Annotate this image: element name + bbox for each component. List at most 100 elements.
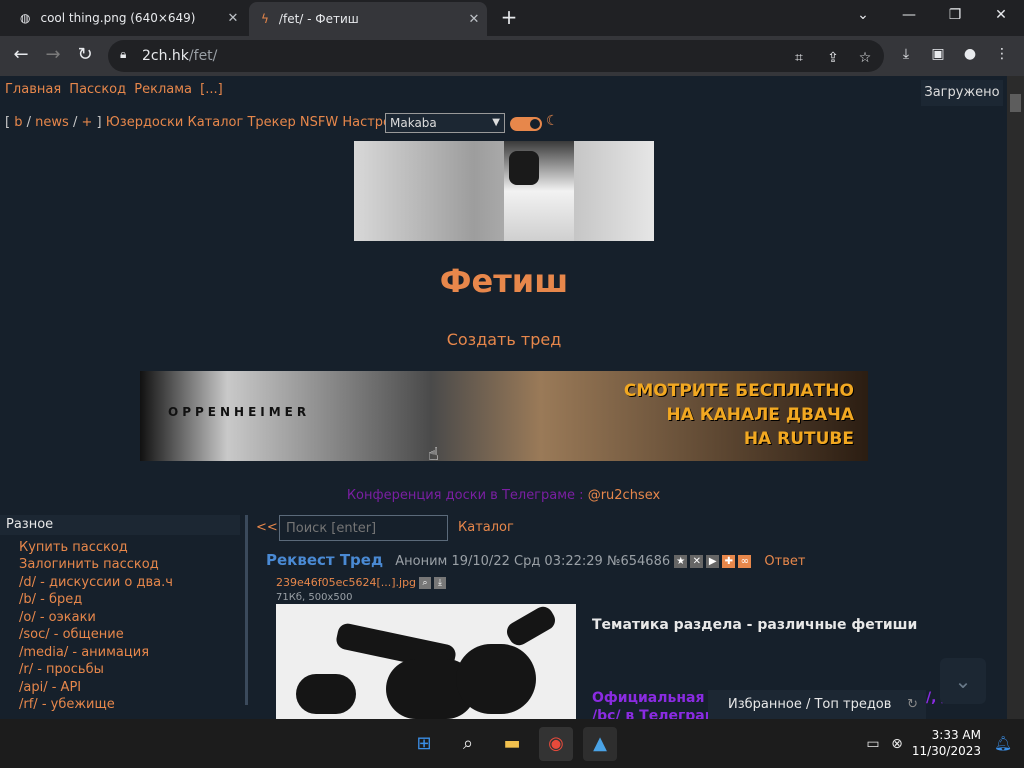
address-bar[interactable]: 🔒︎ 2ch.hk/fet/ ⌗ ⇪ ☆ bbox=[108, 40, 884, 72]
download-icon[interactable]: ⤓ bbox=[434, 577, 447, 589]
nav-home[interactable]: Главная bbox=[5, 82, 61, 97]
banner-line: НА КАНАЛЕ ДВАЧА bbox=[666, 405, 854, 425]
reload-button[interactable]: ↻ bbox=[72, 44, 98, 68]
tab-cool-thing[interactable]: ◍ cool thing.png (640×649) ✕ bbox=[8, 0, 246, 36]
nav-tracker[interactable]: Трекер bbox=[247, 115, 295, 130]
sidepanel-icon[interactable]: ▣ bbox=[927, 46, 949, 66]
sidebar-heading: Разное bbox=[0, 515, 240, 535]
tab-title: /fet/ - Фетиш bbox=[278, 12, 359, 26]
play-icon[interactable]: ▶ bbox=[706, 555, 720, 568]
post-image[interactable] bbox=[276, 604, 576, 720]
share-icon[interactable]: ⇪ bbox=[822, 50, 844, 70]
tab-title: cool thing.png (640×649) bbox=[40, 11, 196, 25]
reply-link[interactable]: Ответ bbox=[764, 554, 805, 569]
nav-more[interactable]: [...] bbox=[200, 82, 223, 97]
search-input[interactable] bbox=[279, 515, 448, 541]
sidebar-scrollbar[interactable] bbox=[245, 515, 248, 705]
close-icon[interactable]: ✕ bbox=[220, 11, 246, 26]
moon-icon: ☾ bbox=[546, 113, 559, 129]
post-header: Реквест Тред Аноним 19/10/22 Срд 03:22:2… bbox=[266, 551, 805, 569]
profile-icon[interactable]: ● bbox=[959, 46, 981, 66]
taskbar: ⊞ ⌕ ▬ ◉ ▲ ▭ ⊗ 3:33 AM 11/30/2023 🔔︎ bbox=[0, 719, 1024, 768]
scroll-down-button[interactable]: ⌄ bbox=[940, 658, 986, 704]
back-button[interactable]: ← bbox=[8, 44, 34, 68]
restore-button[interactable]: ❐ bbox=[932, 0, 978, 32]
tab-fet[interactable]: ϟ /fet/ - Фетиш ✕ bbox=[249, 2, 487, 36]
board-link-b[interactable]: b bbox=[14, 115, 22, 130]
chevron-down-icon[interactable]: ⌄ bbox=[840, 0, 886, 32]
banner-brand: OPPENHEIMER bbox=[168, 405, 311, 419]
banner-line: НА RUTUBE bbox=[743, 429, 854, 449]
file-name[interactable]: 239e46f05ec5624[...].jpg bbox=[276, 576, 416, 589]
tab-strip: ◍ cool thing.png (640×649) ✕ ϟ /fet/ - Ф… bbox=[0, 0, 1024, 36]
search-icon[interactable]: ⌕ bbox=[451, 727, 485, 761]
favorites-panel[interactable]: Избранное / Топ тредов ↻ bbox=[708, 690, 926, 720]
sidebar-item[interactable]: /r/ - просьбы bbox=[19, 662, 104, 677]
clock[interactable]: 3:33 AM 11/30/2023 bbox=[905, 727, 981, 759]
catalog-link[interactable]: Каталог bbox=[458, 520, 514, 535]
refresh-icon[interactable]: ↻ bbox=[907, 690, 918, 720]
post-datetime: 19/10/22 Срд 03:22:29 bbox=[451, 554, 603, 569]
chrome-icon[interactable]: ◉ bbox=[539, 727, 573, 761]
sidebar-item[interactable]: /b/ - бред bbox=[19, 592, 82, 607]
post-number[interactable]: №654686 bbox=[607, 554, 670, 569]
file-explorer-icon[interactable]: ▬ bbox=[495, 727, 529, 761]
board-nav: [ b / news / + ] Юзердоски Каталог Треке… bbox=[5, 115, 416, 130]
sidebar-item[interactable]: /api/ - API bbox=[19, 680, 81, 695]
minimize-button[interactable]: — bbox=[886, 0, 932, 32]
post-author: Аноним bbox=[395, 554, 448, 569]
url-text: 2ch.hk/fet/ bbox=[142, 48, 218, 64]
clock-date: 11/30/2023 bbox=[911, 744, 981, 758]
nav-ads[interactable]: Реклама bbox=[134, 82, 192, 97]
forward-button[interactable]: → bbox=[40, 44, 66, 68]
infinity-icon[interactable]: ∞ bbox=[738, 555, 752, 568]
style-select[interactable]: Makaba ▼ bbox=[385, 113, 505, 133]
back-link[interactable]: << bbox=[256, 520, 278, 535]
sidebar-item[interactable]: /rf/ - убежище bbox=[19, 697, 115, 712]
star-icon[interactable]: ★ bbox=[674, 555, 688, 568]
sidebar-item[interactable]: /media/ - анимация bbox=[19, 645, 149, 660]
bracket: ] bbox=[96, 115, 102, 130]
new-tab-button[interactable]: + bbox=[497, 6, 521, 30]
star-icon[interactable]: ☆ bbox=[854, 50, 876, 70]
sidebar-item[interactable]: /soc/ - общение bbox=[19, 627, 124, 642]
board-banner-image[interactable] bbox=[354, 141, 654, 241]
theme-toggle[interactable] bbox=[510, 117, 542, 131]
board-link-news[interactable]: news bbox=[35, 115, 69, 130]
sidebar-item[interactable]: /d/ - дискуссии о два.ч bbox=[19, 575, 173, 590]
photos-icon[interactable]: ▲ bbox=[583, 727, 617, 761]
sidebar-item[interactable]: Купить пасскод bbox=[19, 540, 128, 555]
download-icon[interactable]: ⤓ bbox=[895, 46, 917, 66]
hand-cursor-icon: ☝ bbox=[428, 444, 439, 465]
nav-nsfw[interactable]: NSFW bbox=[300, 115, 338, 130]
lock-icon: 🔒︎ bbox=[120, 47, 127, 61]
close-icon[interactable]: ✕ bbox=[461, 12, 487, 27]
menu-icon[interactable]: ⋮ bbox=[991, 46, 1013, 66]
nav-userboards[interactable]: Юзердоски bbox=[106, 115, 184, 130]
create-thread-link[interactable]: Создать тред bbox=[354, 330, 654, 349]
clock-time: 3:33 AM bbox=[931, 728, 981, 742]
notification-icon[interactable]: 🔔︎ bbox=[986, 727, 1020, 761]
sidebar-item[interactable]: /o/ - оэкаки bbox=[19, 610, 96, 625]
banner-line: СМОТРИТЕ БЕСПЛАТНО bbox=[623, 381, 854, 401]
nav-passcode[interactable]: Пасскод bbox=[69, 82, 126, 97]
scroll-thumb[interactable] bbox=[1010, 94, 1021, 112]
telegram-link[interactable]: @ru2chsex bbox=[588, 488, 660, 503]
translate-icon[interactable]: ⌗ bbox=[788, 50, 810, 70]
loaded-status: Загружено bbox=[921, 80, 1003, 106]
nav-catalog[interactable]: Каталог bbox=[187, 115, 243, 130]
close-window-button[interactable]: ✕ bbox=[978, 0, 1024, 32]
hide-icon[interactable]: ✕ bbox=[690, 555, 704, 568]
windows-start-icon[interactable]: ⊞ bbox=[407, 727, 441, 761]
board-link-plus[interactable]: + bbox=[81, 115, 92, 130]
bookmark-icon[interactable]: ✚ bbox=[722, 555, 736, 568]
lightning-icon: ϟ bbox=[261, 12, 269, 26]
page-scrollbar[interactable] bbox=[1007, 76, 1024, 719]
sidebar-item[interactable]: Залогинить пасскод bbox=[19, 557, 159, 572]
globe-icon: ◍ bbox=[20, 11, 31, 25]
bracket: [ bbox=[5, 115, 11, 130]
ad-banner[interactable]: OPPENHEIMER СМОТРИТЕ БЕСПЛАТНО НА КАНАЛЕ… bbox=[140, 371, 868, 461]
favorites-label: Избранное / Топ тредов bbox=[728, 697, 892, 712]
telegram-text: Конференция доски в Телеграме : bbox=[346, 488, 588, 503]
search-icon[interactable]: ⌕ bbox=[419, 577, 432, 589]
